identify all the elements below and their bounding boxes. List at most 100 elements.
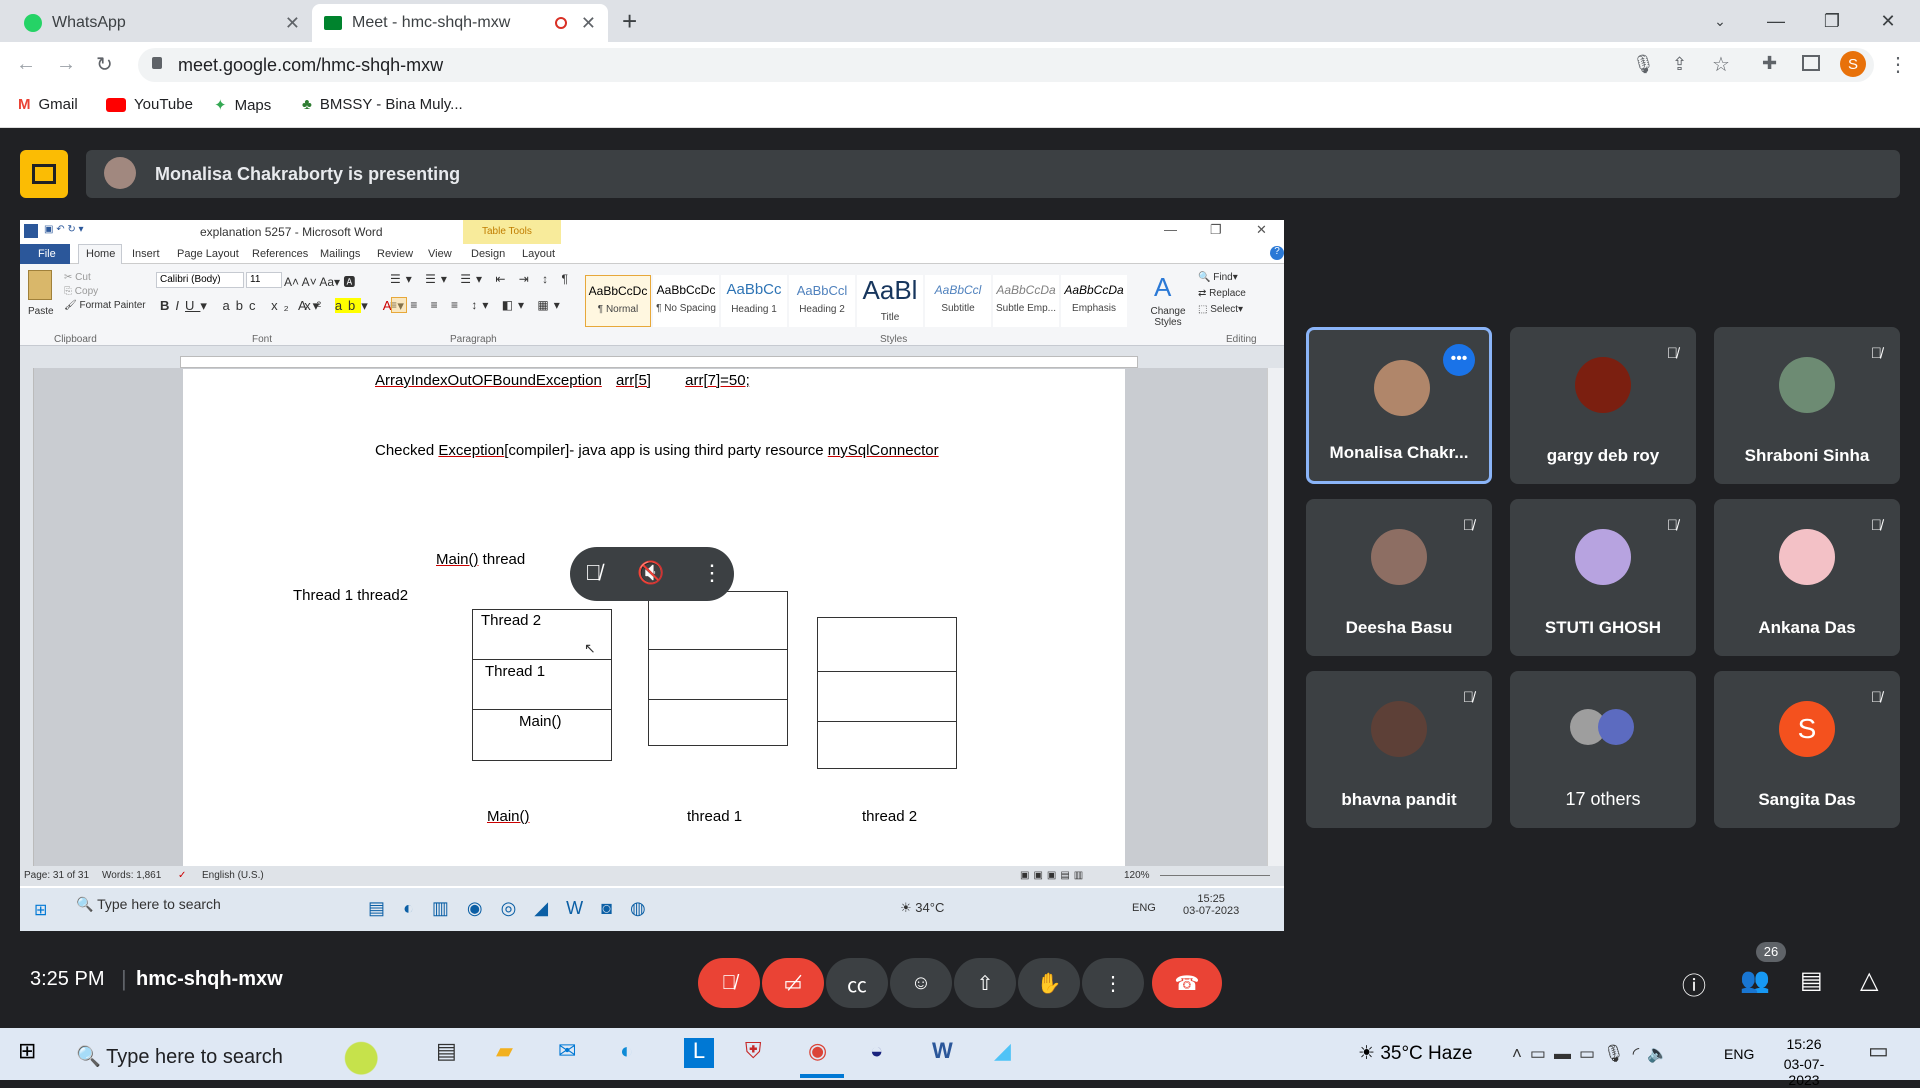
taskbar-clock[interactable]: 15:26 03-07-2023: [1772, 1036, 1836, 1088]
status-page[interactable]: Page: 31 of 31: [24, 870, 89, 881]
tab-page-layout[interactable]: Page Layout: [177, 248, 239, 260]
mic-toggle-button[interactable]: 🎙̸: [698, 958, 760, 1008]
generic-app-icon[interactable]: ◢: [994, 1038, 1011, 1064]
reload-icon[interactable]: ↻: [96, 52, 113, 77]
tab-file[interactable]: File: [38, 248, 56, 260]
paste-label[interactable]: Paste: [28, 306, 54, 317]
find-button[interactable]: 🔍 Find▾: [1198, 272, 1238, 283]
style-heading-1[interactable]: AaBbCc Heading 1: [721, 275, 787, 327]
copy-button[interactable]: ⎘ Copy: [64, 286, 98, 297]
task-view-icon[interactable]: ▤: [436, 1038, 457, 1064]
tab-home[interactable]: Home: [86, 248, 115, 260]
more-icon[interactable]: •••: [1443, 344, 1475, 376]
edge-icon[interactable]: ◐: [620, 1038, 633, 1064]
word-minimize[interactable]: —: [1164, 222, 1177, 237]
tab-references[interactable]: References: [252, 248, 308, 260]
participant-tile[interactable]: 🎙̸ bhavna pandit: [1306, 671, 1492, 828]
mic-icon[interactable]: 🎙: [1632, 54, 1655, 75]
word-close[interactable]: ✕: [1256, 222, 1267, 238]
zoom-slider[interactable]: [1160, 875, 1270, 876]
close-icon[interactable]: ✕: [581, 13, 596, 34]
new-tab-button[interactable]: +: [622, 6, 637, 37]
status-words[interactable]: Words: 1,861: [102, 870, 161, 881]
profile-avatar[interactable]: S: [1840, 51, 1866, 77]
participant-tile[interactable]: 🎙̸ Deesha Basu: [1306, 499, 1492, 656]
chrome-icon[interactable]: ◉: [808, 1038, 827, 1064]
mic-off-icon[interactable]: 🎙̸: [585, 560, 602, 586]
back-icon[interactable]: ←: [16, 53, 36, 76]
menu-icon[interactable]: ⋮: [1888, 52, 1908, 77]
style-title[interactable]: AaBl Title: [857, 275, 923, 327]
extensions-icon[interactable]: ✚: [1762, 53, 1777, 74]
style-no-spacing[interactable]: AaBbCcDc ¶ No Spacing: [653, 275, 719, 327]
mcafee-icon[interactable]: ⛨: [745, 1038, 762, 1064]
inner-taskbar-apps[interactable]: ▤◐▥◉◎◢W◙◍: [368, 898, 664, 919]
zoom-level[interactable]: 120%: [1124, 870, 1150, 881]
volume-off-icon[interactable]: 🔇: [637, 560, 664, 586]
font-grow-shrink-icons[interactable]: A˄ A˅ Aa▾ 🅰: [284, 273, 355, 290]
list-buttons[interactable]: ☰▾ ☰▾ ☰▾ ⇤ ⇥ ↕ ¶: [390, 272, 573, 286]
tab-mailings[interactable]: Mailings: [320, 248, 360, 260]
tab-meet[interactable]: Meet - hmc-shqh-mxw ✕: [312, 4, 608, 42]
tab-review[interactable]: Review: [377, 248, 413, 260]
eclipse-icon[interactable]: ◒: [870, 1038, 883, 1064]
close-icon[interactable]: ✕: [285, 13, 300, 34]
status-language[interactable]: English (U.S.): [202, 870, 264, 881]
more-options-icon[interactable]: ⋮: [701, 560, 723, 586]
participant-tile[interactable]: 🎙̸ Ankana Das: [1714, 499, 1900, 656]
maximize-button[interactable]: ❐: [1804, 0, 1860, 42]
align-buttons[interactable]: ≡ ≡ ≡ ≡ ↕▾ ◧▾ ▦▾: [390, 298, 565, 312]
bookmark-bmssy[interactable]: ♣ BMSSY - Bina Muly...: [302, 96, 463, 113]
tab-layout[interactable]: Layout: [522, 248, 555, 260]
participant-tile[interactable]: 🎙̸ STUTI GHOSH: [1510, 499, 1696, 656]
windows-start-icon[interactable]: ⊞: [18, 1038, 36, 1064]
select-button[interactable]: ⬚ Select▾: [1198, 304, 1243, 315]
tab-insert[interactable]: Insert: [132, 248, 160, 260]
file-explorer-icon[interactable]: ▰: [496, 1038, 513, 1064]
word-taskbar-icon[interactable]: W: [932, 1038, 953, 1064]
style-subtitle[interactable]: AaBbCcl Subtitle: [925, 275, 991, 327]
document-page[interactable]: ArrayIndexOutOFBoundException arr[5] arr…: [183, 369, 1125, 866]
bookmark-maps[interactable]: ✦ Maps: [214, 96, 271, 115]
side-panel-icon[interactable]: [1802, 55, 1820, 71]
activities-icon[interactable]: △: [1860, 966, 1878, 995]
participant-tile[interactable]: 🎙̸ Shraboni Sinha: [1714, 327, 1900, 484]
change-styles-label[interactable]: Change Styles: [1148, 306, 1188, 328]
participant-tile[interactable]: 🎙̸ gargy deb roy: [1510, 327, 1696, 484]
leave-call-button[interactable]: ☎: [1152, 958, 1222, 1008]
start-icon[interactable]: ⊞: [34, 900, 47, 920]
format-painter-button[interactable]: 🖌 Format Painter: [64, 300, 146, 311]
forward-icon[interactable]: →: [56, 53, 76, 76]
close-window-button[interactable]: ✕: [1860, 0, 1916, 42]
raise-hand-button[interactable]: ✋: [1018, 958, 1080, 1008]
paste-icon[interactable]: [28, 270, 52, 300]
mail-icon[interactable]: ✉: [558, 1038, 576, 1064]
reactions-button[interactable]: ☺: [890, 958, 952, 1008]
view-buttons[interactable]: ▣▣▣▤▥: [1020, 870, 1087, 881]
style-normal[interactable]: AaBbCcDc ¶ Normal: [585, 275, 651, 327]
captions-button[interactable]: ㏄: [826, 958, 888, 1008]
bookmark-youtube[interactable]: YouTube: [106, 96, 193, 113]
font-name-box[interactable]: Calibri (Body): [156, 272, 244, 288]
taskbar-search[interactable]: 🔍 Type here to search: [76, 1044, 283, 1069]
vertical-scrollbar[interactable]: [1267, 368, 1284, 866]
bookmark-gmail[interactable]: M Gmail: [18, 96, 78, 113]
participant-tile[interactable]: S 🎙̸ Sangita Das: [1714, 671, 1900, 828]
l-app-icon[interactable]: L: [684, 1038, 714, 1068]
proofing-icon[interactable]: ✓: [178, 870, 186, 881]
tab-whatsapp[interactable]: WhatsApp ✕: [12, 4, 312, 42]
share-icon[interactable]: ⇪: [1672, 54, 1687, 75]
style-heading-2[interactable]: AaBbCcl Heading 2: [789, 275, 855, 327]
tab-view[interactable]: View: [428, 248, 452, 260]
system-tray-icons[interactable]: ˄▭▬▭🎙◜🔈: [1512, 1044, 1676, 1064]
word-restore[interactable]: ❐: [1210, 222, 1222, 238]
inner-weather[interactable]: ☀ 34°C: [900, 900, 944, 916]
quick-access-icon[interactable]: ▣ ↶ ↻ ▾: [44, 224, 104, 238]
chat-icon[interactable]: ▤: [1800, 966, 1823, 995]
font-size-box[interactable]: 11: [246, 272, 282, 288]
info-icon[interactable]: ⓘ: [1682, 966, 1706, 1001]
stop-presenting-view-button[interactable]: [20, 150, 68, 198]
participant-tile[interactable]: 17 others: [1510, 671, 1696, 828]
tab-design[interactable]: Design: [471, 248, 505, 260]
tab-search-icon[interactable]: ⌄: [1692, 0, 1748, 42]
